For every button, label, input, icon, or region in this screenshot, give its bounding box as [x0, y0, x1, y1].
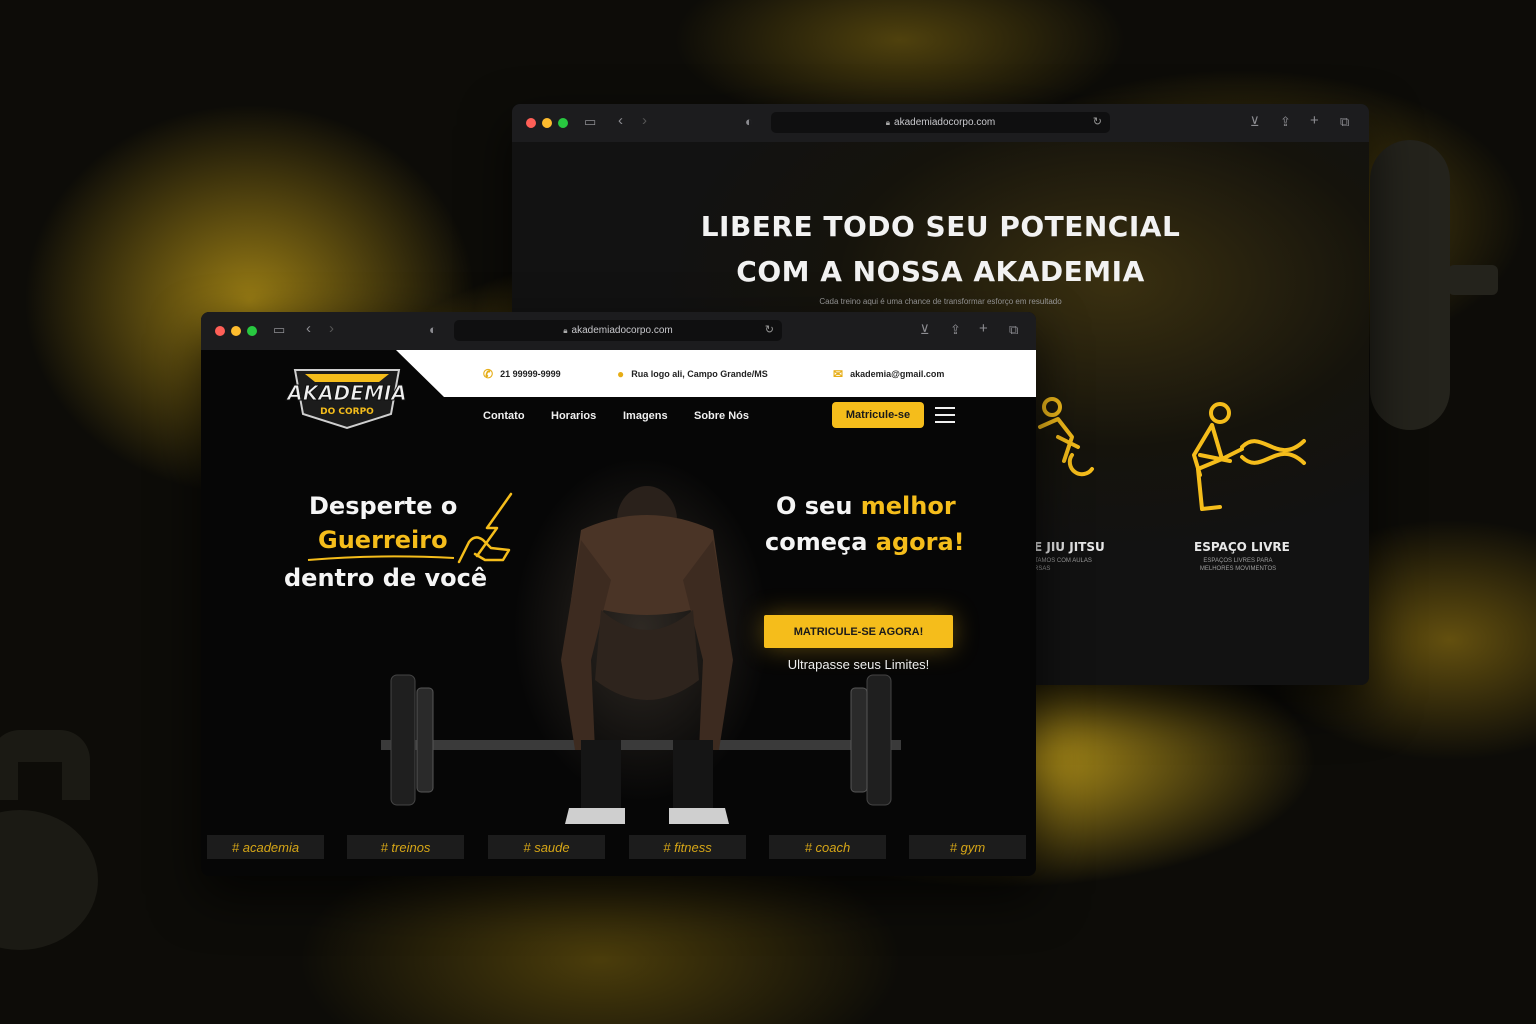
hero-tagline: Ultrapasse seus Limites! [787, 657, 930, 672]
hero-left-highlight: Guerreiro [318, 526, 448, 554]
feature-desc-jiu-jitsu: NTAMOS COM AULAS ERSAS [1030, 557, 1110, 573]
lightning-hand-icon [457, 492, 513, 564]
hero-right-text: O seu [776, 492, 853, 520]
logo-text-main: AKADEMIA [285, 381, 407, 405]
plus-icon[interactable]: + [979, 320, 988, 337]
underline-swoosh [307, 555, 455, 561]
share-icon[interactable]: ⇪ [950, 322, 961, 338]
kettlebell-silhouette [0, 730, 98, 950]
hashtag-chip[interactable]: # treinos [347, 835, 464, 859]
nav-link-horarios[interactable]: Horarios [551, 410, 596, 422]
url-text: akademiadocorpo.com [571, 325, 673, 336]
shield-icon[interactable]: ◐ [429, 322, 437, 337]
hashtag-chip[interactable]: # gym [909, 835, 1026, 859]
feature-desc-line: NTAMOS COM AULAS [1030, 558, 1092, 564]
browser-toolbar: ▭ ‹ › ◐ 🔒︎ akademiadocorpo.com ↻ ⊻ ⇪ + ⧉ [201, 312, 1036, 351]
barbell-plate-silhouette [1370, 140, 1498, 430]
shield-icon[interactable]: ◐ [745, 114, 753, 129]
download-icon[interactable]: ⊻ [1250, 114, 1260, 130]
feature-desc-line: MELHORES MOVIMENTOS [1199, 566, 1277, 572]
phone-icon: ✆ [483, 367, 494, 381]
matricule-se-agora-button[interactable]: MATRICULE-SE AGORA! [764, 615, 953, 648]
url-bar[interactable]: 🔒︎ akademiadocorpo.com ↻ [771, 112, 1110, 133]
back-headline-line1: LIBERE TODO SEU POTENCIAL [700, 210, 1181, 243]
hashtag-chip[interactable]: # academia [207, 835, 324, 859]
front-page-content: ✆ 21 99999-9999 ● Rua logo ali, Campo Gr… [201, 350, 1036, 876]
hero-left-line3: dentro de você [284, 564, 488, 592]
back-subtitle: Cada treino aqui é uma chance de transfo… [819, 297, 1062, 306]
minimize-window-button[interactable] [231, 326, 241, 336]
hero-right-highlight: agora! [875, 528, 965, 556]
download-icon[interactable]: ⊻ [920, 322, 930, 338]
hero-left-line1: Desperte o [309, 492, 458, 520]
back-arrow-icon[interactable]: ‹ [306, 320, 311, 337]
forward-arrow-icon[interactable]: › [642, 112, 647, 129]
hero-right-line1: O seu melhor [776, 492, 956, 520]
share-icon[interactable]: ⇪ [1280, 114, 1291, 130]
logo-text-sub: DO CORPO [320, 407, 374, 417]
address-text: Rua logo ali, Campo Grande/MS [631, 369, 768, 379]
contact-email[interactable]: ✉ akademia@gmail.com [833, 367, 944, 381]
reload-icon[interactable]: ↻ [765, 323, 774, 336]
url-bar[interactable]: 🔒︎ akademiadocorpo.com ↻ [454, 320, 782, 341]
matricule-se-button[interactable]: Matricule-se [832, 402, 924, 428]
hero-right-highlight: melhor [860, 492, 956, 520]
back-arrow-icon[interactable]: ‹ [618, 112, 623, 129]
browser-window-front: ▭ ‹ › ◐ 🔒︎ akademiadocorpo.com ↻ ⊻ ⇪ + ⧉ [201, 312, 1036, 876]
browser-toolbar: ▭ ‹ › ◐ 🔒︎ akademiadocorpo.com ↻ ⊻ ⇪ + ⧉ [512, 104, 1369, 143]
nav-link-contato[interactable]: Contato [483, 410, 525, 422]
close-window-button[interactable] [526, 118, 536, 128]
window-controls [526, 118, 568, 128]
feature-title-espaco-livre: ESPAÇO LIVRE [1194, 540, 1290, 554]
url-text: akademiadocorpo.com [894, 117, 996, 128]
nav-link-sobre-nos[interactable]: Sobre Nós [694, 410, 749, 422]
sidebar-icon[interactable]: ▭ [584, 114, 596, 130]
location-pin-icon: ● [617, 367, 625, 381]
feature-desc-line: ESPAÇOS LIVRES PARA [1203, 558, 1273, 564]
close-window-button[interactable] [215, 326, 225, 336]
email-text: akademia@gmail.com [850, 369, 945, 379]
lock-icon: 🔒︎ [563, 325, 568, 335]
sidebar-icon[interactable]: ▭ [273, 322, 285, 338]
maximize-window-button[interactable] [247, 326, 257, 336]
plus-icon[interactable]: + [1310, 112, 1319, 129]
reload-icon[interactable]: ↻ [1093, 115, 1102, 128]
contact-phone[interactable]: ✆ 21 99999-9999 [483, 367, 561, 381]
nav-link-imagens[interactable]: Imagens [623, 410, 668, 422]
hamburger-menu-icon[interactable] [935, 407, 955, 423]
minimize-window-button[interactable] [542, 118, 552, 128]
jiu-jitsu-icon [1038, 397, 1094, 477]
hashtag-chip[interactable]: # fitness [629, 835, 746, 859]
feature-desc-line: ERSAS [1030, 566, 1051, 572]
feature-title-jiu-jitsu: E JIU JITSU [1034, 540, 1105, 554]
hero-right-line2: começa agora! [765, 528, 965, 556]
contact-address[interactable]: ● Rua logo ali, Campo Grande/MS [617, 367, 768, 381]
hashtag-chip[interactable]: # coach [769, 835, 886, 859]
forward-arrow-icon[interactable]: › [329, 320, 334, 337]
window-controls [215, 326, 257, 336]
feature-desc-espaco-livre: ESPAÇOS LIVRES PARA MELHORES MOVIMENTOS [1188, 557, 1288, 573]
lock-icon: 🔒︎ [885, 117, 891, 127]
phone-text: 21 99999-9999 [500, 369, 561, 379]
mail-icon: ✉ [833, 367, 844, 381]
tabs-icon[interactable]: ⧉ [1009, 322, 1018, 338]
maximize-window-button[interactable] [558, 118, 568, 128]
back-headline-line2: COM A NOSSA AKADEMIA [736, 255, 1145, 288]
free-space-icon [1192, 402, 1306, 511]
tabs-icon[interactable]: ⧉ [1340, 114, 1349, 130]
hashtag-chip[interactable]: # saude [488, 835, 605, 859]
akademia-logo[interactable]: AKADEMIA DO CORPO [285, 360, 409, 430]
hero-right-text: começa [765, 528, 868, 556]
